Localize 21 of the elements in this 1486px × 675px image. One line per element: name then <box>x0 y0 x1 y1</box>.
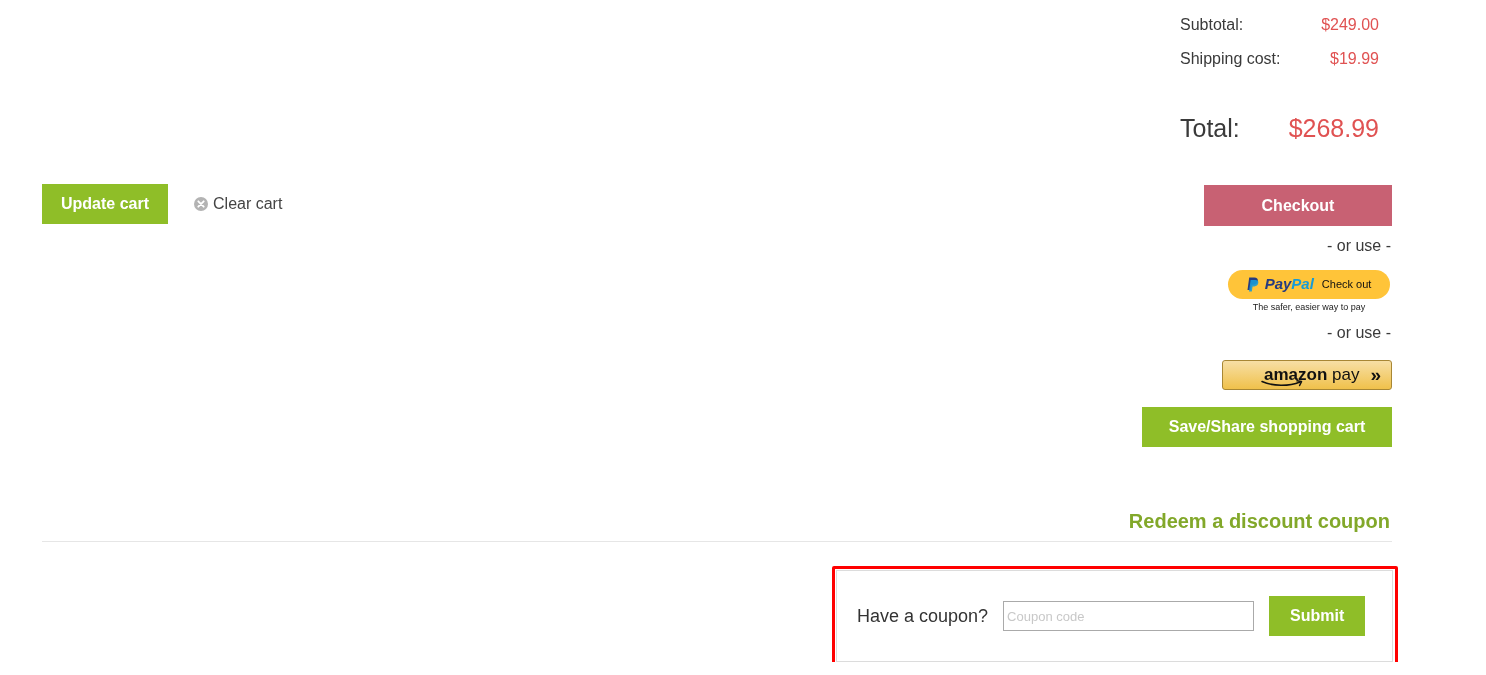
section-heading: Redeem a discount coupon <box>1128 509 1390 534</box>
close-circle-icon <box>194 197 209 211</box>
summary-label: Shipping cost: <box>1180 49 1281 69</box>
total-label: Total: <box>1180 113 1240 143</box>
paypal-button[interactable]: PayPal Check out <box>1228 270 1390 299</box>
summary-value: $249.00 <box>1321 15 1379 35</box>
summary-value: $19.99 <box>1329 49 1379 69</box>
update-cart-button[interactable]: Update cart <box>42 184 169 224</box>
p-logo-icon <box>1246 277 1259 292</box>
or-use-text: - or use - <box>1327 236 1392 256</box>
submit-button[interactable]: Submit <box>1269 596 1366 636</box>
summary-label: Subtotal: <box>1180 15 1245 35</box>
or-use-text: - or use - <box>1327 323 1392 343</box>
amazon-pay-button[interactable]: amazon pay » <box>1222 360 1392 390</box>
coupon-prompt: Have a coupon? <box>857 604 989 628</box>
total-value: $268.99 <box>1288 113 1379 143</box>
save-share-button[interactable]: Save/Share shopping cart <box>1142 407 1392 447</box>
checkout-button[interactable]: Checkout <box>1204 185 1392 226</box>
clear-cart-link[interactable]: Clear cart <box>194 192 283 216</box>
tagline-text: The safer, easier way to pay <box>1252 301 1366 313</box>
smile-arrow-icon <box>1261 380 1305 387</box>
